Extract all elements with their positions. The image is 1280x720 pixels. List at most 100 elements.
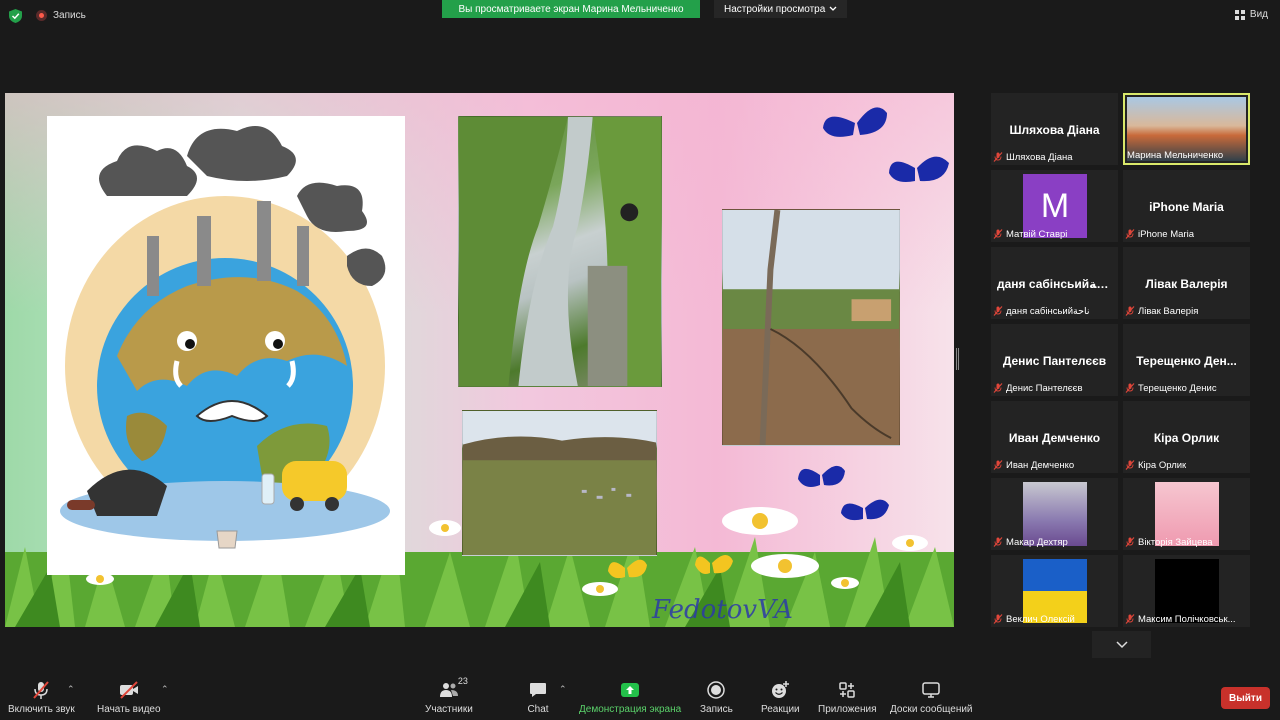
record-button[interactable]: Запись (700, 680, 733, 715)
grid-view-icon (1234, 9, 1245, 20)
participant-caption: Кіра Орлик (1125, 459, 1248, 471)
participant-name: Иван Демченко (1006, 459, 1075, 471)
camera-off-icon (119, 681, 138, 699)
split-resize-handle[interactable] (956, 348, 959, 370)
audio-options-caret[interactable]: ⌃ (67, 684, 75, 695)
participant-tile[interactable]: Вікторія Зайцева (1123, 478, 1250, 550)
earth-pollution-drawing (60, 126, 390, 549)
whiteboards-label: Доски сообщений (890, 704, 973, 715)
participant-caption: Иван Демченко (993, 459, 1116, 471)
microphone-muted-icon (1125, 383, 1135, 393)
participant-caption: Максим Полічковськ... (1125, 613, 1248, 625)
microphone-muted-icon (993, 614, 1003, 624)
gallery-next-page-button[interactable] (1092, 631, 1151, 658)
share-screen-button[interactable]: Демонстрация экрана (579, 680, 681, 715)
participant-display-name: даня сабінсьий‫ خحة (997, 277, 1118, 291)
start-video-button[interactable]: Начать видео (97, 680, 161, 715)
participant-tile[interactable]: iPhone Maria iPhone Maria (1123, 170, 1250, 242)
sad-earth-illustration (47, 116, 405, 575)
reactions-button[interactable]: Реакции (761, 680, 800, 715)
participant-tile[interactable]: Денис Пантелєєв Денис Пантелєєв (991, 324, 1118, 396)
record-label: Запись (700, 704, 733, 715)
participant-display-name: Денис Пантелєєв (1002, 354, 1107, 368)
view-settings-button[interactable]: Настройки просмотра (714, 0, 848, 18)
participant-tile[interactable]: Терещенко Ден... Терещенко Денис (1123, 324, 1250, 396)
viewing-share-banner: Вы просматриваете экран Марина Мельничен… (442, 0, 700, 18)
view-settings-label: Настройки просмотра (724, 3, 826, 15)
recording-indicator[interactable]: Запись (36, 10, 86, 21)
participant-tile[interactable]: Марина Мельниченко (1123, 93, 1250, 165)
participant-name: Шляхова Діана (1006, 151, 1073, 163)
participant-name: Вікторія Зайцева (1138, 536, 1213, 548)
whiteboard-icon (922, 682, 941, 698)
author-signature: FedotovVA (652, 595, 793, 625)
participant-caption: даня сабінсьий‫ ناحة (993, 305, 1116, 317)
chat-options-caret[interactable]: ⌃ (559, 684, 567, 695)
microphone-muted-icon (993, 152, 1003, 162)
participant-name: Денис Пантелєєв (1006, 382, 1083, 394)
participant-tile[interactable]: Веклич Олексій (991, 555, 1118, 627)
record-icon (707, 681, 726, 699)
leave-meeting-button[interactable]: Выйти (1221, 687, 1270, 709)
participant-tile[interactable]: Кіра Орлик Кіра Орлик (1123, 401, 1250, 473)
participant-name: iPhone Maria (1138, 228, 1194, 240)
participant-display-name: Кіра Орлик (1153, 431, 1220, 445)
participant-name: Лівак Валерія (1138, 305, 1199, 317)
participant-name: Кіра Орлик (1138, 459, 1187, 471)
participant-display-name: Шляхова Діана (1009, 123, 1100, 137)
chat-button[interactable]: Chat (527, 680, 549, 715)
participant-tile[interactable]: Иван Демченко Иван Демченко (991, 401, 1118, 473)
polluted-river-photo (458, 116, 662, 387)
microphone-muted-icon (1125, 306, 1135, 316)
participant-caption: Матвій Ставрі (993, 228, 1116, 240)
whiteboards-button[interactable]: Доски сообщений (890, 680, 973, 715)
participant-name: Марина Мельниченко (1127, 149, 1224, 161)
field-scene (463, 411, 656, 555)
participant-tile[interactable]: Максим Полічковськ... (1123, 555, 1250, 627)
unmute-label: Включить звук (8, 704, 75, 715)
participant-caption: Терещенко Денис (1125, 382, 1248, 394)
participant-tile[interactable]: даня сабінсьий‫ خحة даня сабінсьий‫ ناحة (991, 247, 1118, 319)
unmute-button[interactable]: Включить звук (8, 680, 75, 715)
microphone-muted-icon (993, 229, 1003, 239)
chat-label: Chat (527, 704, 549, 715)
security-shield-icon[interactable] (9, 9, 22, 23)
participants-label: Участники (425, 704, 473, 715)
share-screen-label: Демонстрация экрана (579, 704, 682, 715)
microphone-muted-icon (1125, 614, 1135, 624)
participant-caption: Вікторія Зайцева (1125, 536, 1248, 548)
participant-tile[interactable]: Макар Дехтяр (991, 478, 1118, 550)
reactions-label: Реакции (761, 704, 800, 715)
video-options-caret[interactable]: ⌃ (161, 684, 169, 695)
top-bar: Запись Вы просматриваете экран Марина Ме… (0, 0, 1280, 32)
participant-name: Матвій Ставрі (1006, 228, 1068, 240)
view-button[interactable]: Вид (1234, 9, 1268, 20)
participants-icon (439, 683, 458, 697)
participant-tile[interactable]: M Матвій Ставрі (991, 170, 1118, 242)
participant-name: Веклич Олексій (1006, 613, 1075, 625)
start-video-label: Начать видео (97, 704, 161, 715)
participant-tile[interactable]: Шляхова Діана Шляхова Діана (991, 93, 1118, 165)
microphone-muted-icon (33, 681, 50, 699)
share-screen-icon (621, 683, 640, 697)
participant-caption: iPhone Maria (1125, 228, 1248, 240)
participant-tile[interactable]: Лівак Валерія Лівак Валерія (1123, 247, 1250, 319)
participant-name: Макар Дехтяр (1006, 536, 1068, 548)
recording-icon (36, 10, 47, 21)
river-scene (459, 117, 661, 386)
recording-label: Запись (53, 10, 86, 21)
participant-caption: Лівак Валерія (1125, 305, 1248, 317)
participant-display-name: Терещенко Ден... (1136, 354, 1237, 368)
participants-button[interactable]: 23 Участники (425, 676, 473, 715)
microphone-muted-icon (993, 383, 1003, 393)
yard-scene (723, 210, 899, 445)
chevron-down-icon (829, 6, 837, 11)
littered-field-photo (462, 410, 657, 556)
chevron-down-icon (1115, 640, 1128, 648)
participant-display-name: Лівак Валерія (1145, 277, 1228, 291)
microphone-muted-icon (1125, 460, 1135, 470)
apps-button[interactable]: Приложения (818, 680, 877, 715)
zoom-meeting-window: Запись Вы просматриваете экран Марина Ме… (0, 0, 1280, 720)
smiley-plus-icon (772, 681, 790, 698)
microphone-muted-icon (1125, 229, 1135, 239)
